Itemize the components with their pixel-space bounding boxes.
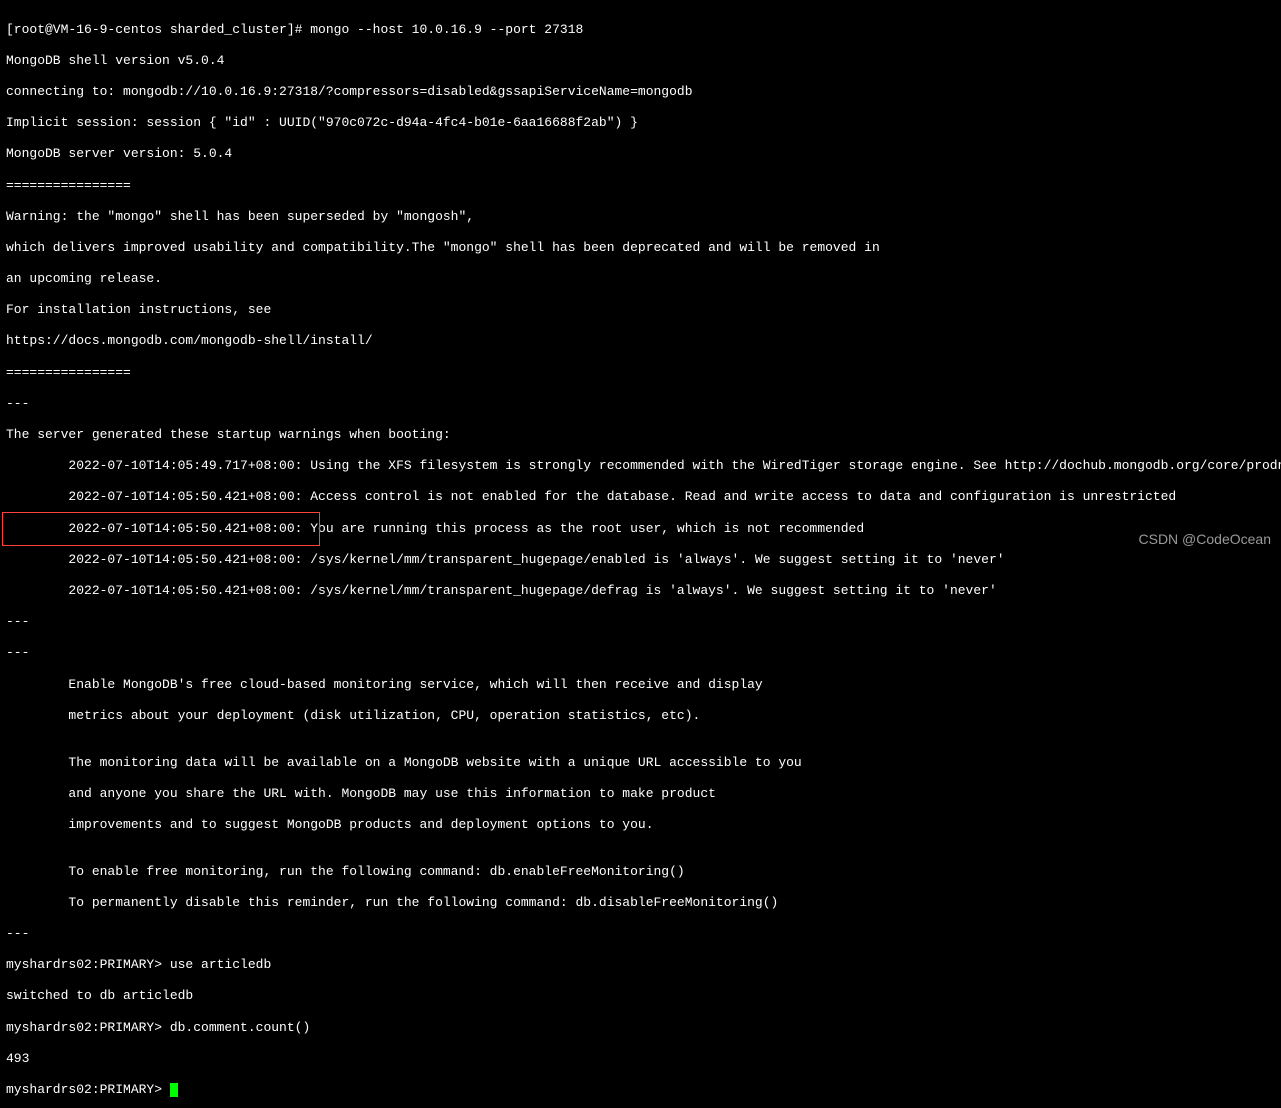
terminal-output[interactable]: [root@VM-16-9-centos sharded_cluster]# m… — [6, 6, 1281, 1108]
terminal-line: 2022-07-10T14:05:50.421+08:00: Access co… — [6, 489, 1281, 505]
cursor-icon — [170, 1083, 178, 1097]
terminal-prompt: myshardrs02:PRIMARY> — [6, 1082, 170, 1097]
terminal-line: ================ — [6, 365, 1281, 381]
terminal-line: To permanently disable this reminder, ru… — [6, 895, 1281, 911]
terminal-line: 2022-07-10T14:05:49.717+08:00: Using the… — [6, 458, 1281, 474]
terminal-line: --- — [6, 396, 1281, 412]
terminal-line: switched to db articledb — [6, 988, 1281, 1004]
terminal-line: The monitoring data will be available on… — [6, 755, 1281, 771]
watermark-text: CSDN @CodeOcean — [1139, 531, 1272, 548]
terminal-line: Implicit session: session { "id" : UUID(… — [6, 115, 1281, 131]
terminal-line: --- — [6, 645, 1281, 661]
terminal-line: metrics about your deployment (disk util… — [6, 708, 1281, 724]
terminal-line: 2022-07-10T14:05:50.421+08:00: You are r… — [6, 521, 1281, 537]
terminal-line: and anyone you share the URL with. Mongo… — [6, 786, 1281, 802]
terminal-line: 2022-07-10T14:05:50.421+08:00: /sys/kern… — [6, 583, 1281, 599]
terminal-line: To enable free monitoring, run the follo… — [6, 864, 1281, 880]
terminal-line: 493 — [6, 1051, 1281, 1067]
terminal-line: myshardrs02:PRIMARY> use articledb — [6, 957, 1281, 973]
terminal-line: --- — [6, 926, 1281, 942]
terminal-line: The server generated these startup warni… — [6, 427, 1281, 443]
terminal-line: MongoDB shell version v5.0.4 — [6, 53, 1281, 69]
terminal-prompt-line[interactable]: myshardrs02:PRIMARY> — [6, 1082, 1281, 1098]
terminal-line: Warning: the "mongo" shell has been supe… — [6, 209, 1281, 225]
terminal-line: connecting to: mongodb://10.0.16.9:27318… — [6, 84, 1281, 100]
terminal-line: Enable MongoDB's free cloud-based monito… — [6, 677, 1281, 693]
terminal-line: 2022-07-10T14:05:50.421+08:00: /sys/kern… — [6, 552, 1281, 568]
terminal-line: ================ — [6, 178, 1281, 194]
terminal-line: [root@VM-16-9-centos sharded_cluster]# m… — [6, 22, 1281, 38]
terminal-line: improvements and to suggest MongoDB prod… — [6, 817, 1281, 833]
terminal-line: an upcoming release. — [6, 271, 1281, 287]
terminal-line: myshardrs02:PRIMARY> db.comment.count() — [6, 1020, 1281, 1036]
terminal-line: https://docs.mongodb.com/mongodb-shell/i… — [6, 333, 1281, 349]
terminal-line: MongoDB server version: 5.0.4 — [6, 146, 1281, 162]
terminal-line: For installation instructions, see — [6, 302, 1281, 318]
terminal-line: which delivers improved usability and co… — [6, 240, 1281, 256]
terminal-line: --- — [6, 614, 1281, 630]
